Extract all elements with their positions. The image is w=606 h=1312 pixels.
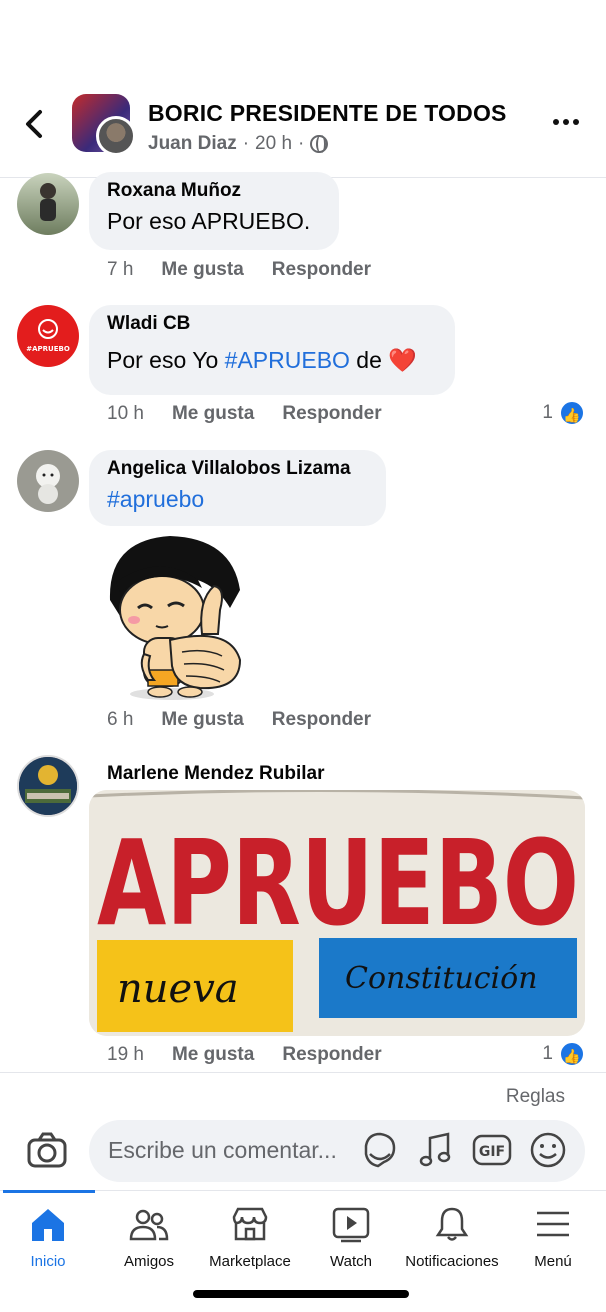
comment-actions: 7 h Me gusta Responder (107, 259, 371, 281)
comment-bubble[interactable]: Roxana Muñoz Por eso APRUEBO. (89, 172, 339, 250)
reply-button[interactable]: Responder (282, 1044, 381, 1066)
tab-inicio[interactable]: Inicio (0, 1205, 103, 1270)
tab-menu[interactable]: Menú (498, 1205, 606, 1270)
commenter-avatar[interactable] (17, 173, 79, 235)
friends-icon (129, 1209, 169, 1241)
comment-placeholder[interactable]: Escribe un comentar... (108, 1137, 337, 1164)
tab-label: Menú (534, 1253, 572, 1270)
like-button[interactable]: Me gusta (172, 1044, 254, 1066)
author-avatar[interactable] (96, 116, 136, 156)
thumbs-up-sticker[interactable] (90, 530, 255, 702)
menu-icon (537, 1211, 569, 1237)
comment-actions: 6 h Me gusta Responder (107, 709, 371, 731)
comment-actions: 19 h Me gusta Responder (107, 1044, 382, 1066)
avatar-sticker-button[interactable] (360, 1130, 400, 1170)
camera-button[interactable] (27, 1132, 67, 1168)
comment-text-suffix: de (349, 347, 382, 373)
music-note-icon (419, 1132, 451, 1167)
like-button[interactable]: Me gusta (161, 259, 243, 281)
tab-label: Watch (330, 1253, 372, 1270)
watch-icon (332, 1207, 370, 1243)
bell-icon (435, 1207, 469, 1241)
back-button[interactable] (20, 104, 50, 144)
emoji-button[interactable] (528, 1130, 568, 1170)
comment-time: 19 h (107, 1044, 144, 1065)
comment-photo[interactable]: APRUEBO nueva Constitución (89, 790, 585, 1036)
post-time[interactable]: 20 h (255, 133, 292, 155)
tab-label: Marketplace (209, 1253, 291, 1270)
home-indicator[interactable] (193, 1290, 409, 1298)
like-button[interactable]: Me gusta (161, 709, 243, 731)
more-dots-icon (553, 119, 579, 125)
tab-label: Notificaciones (405, 1253, 499, 1270)
reply-button[interactable]: Responder (272, 709, 371, 731)
comment-time: 7 h (107, 259, 134, 280)
comment-text: Por eso APRUEBO. (107, 208, 311, 234)
hashtag-link[interactable]: #APRUEBO (225, 347, 350, 373)
reaction-count[interactable]: 1 👍 (542, 1041, 585, 1067)
comment-text: Por eso Yo #APRUEBO de ❤️ (107, 347, 437, 374)
banner-main-text: APRUEBO (97, 814, 579, 952)
group-name[interactable]: BORIC PRESIDENTE DE TODOS (148, 100, 507, 127)
comment-text-prefix: Por eso Yo (107, 347, 225, 373)
comment-actions: 10 h Me gusta Responder (107, 403, 382, 425)
home-icon (32, 1209, 64, 1241)
author-name[interactable]: Juan Diaz (148, 133, 237, 155)
meta-separator: · (298, 133, 305, 154)
more-options-button[interactable] (552, 108, 580, 128)
commenter-name[interactable]: Angelica Villalobos Lizama (107, 458, 368, 480)
camera-icon (27, 1132, 67, 1168)
reply-button[interactable]: Responder (272, 259, 371, 281)
post-meta: Juan Diaz · 20 h · (148, 133, 329, 155)
group-photo (19, 757, 77, 815)
tab-label: Amigos (123, 1253, 175, 1270)
gif-icon: GIF (472, 1134, 512, 1166)
commenter-avatar[interactable] (17, 755, 79, 817)
comment-time: 10 h (107, 403, 144, 424)
gif-button[interactable]: GIF (472, 1130, 512, 1170)
like-button[interactable]: Me gusta (172, 403, 254, 425)
tab-watch[interactable]: Watch (296, 1205, 406, 1270)
rules-link[interactable]: Reglas (506, 1086, 565, 1108)
globe-icon (310, 135, 329, 153)
banner-left-text: nueva (117, 966, 239, 1012)
cartoon-girl-sticker-icon (109, 536, 242, 700)
apruebo-logo: #APRUEBO (26, 319, 70, 353)
gif-label: GIF (479, 1144, 505, 1160)
commenter-avatar[interactable]: #APRUEBO (17, 305, 79, 367)
chevron-left-icon (26, 110, 42, 138)
marketplace-icon (232, 1207, 268, 1241)
avatar-text: #APRUEBO (26, 345, 70, 353)
reaction-number: 1 (542, 402, 553, 423)
thumbs-up-icon: 👍 (559, 1041, 585, 1067)
comment-bubble[interactable]: Angelica Villalobos Lizama #apruebo (89, 450, 386, 526)
commenter-name[interactable]: Marlene Mendez Rubilar (107, 763, 325, 785)
banner-right-text: Constitución (345, 961, 538, 996)
smiley-icon (530, 1132, 566, 1168)
reaction-number: 1 (542, 1043, 553, 1064)
reaction-count[interactable]: 1 👍 (542, 400, 585, 426)
music-button[interactable] (416, 1130, 456, 1170)
thumbs-up-icon: 👍 (559, 400, 585, 426)
commenter-avatar[interactable] (17, 450, 79, 512)
hashtag-link[interactable]: #apruebo (107, 486, 204, 512)
heart-emoji: ❤️ (388, 347, 417, 373)
active-tab-indicator (3, 1190, 95, 1193)
apruebo-banner-image: APRUEBO nueva Constitución (89, 790, 585, 1036)
tab-label: Inicio (30, 1253, 66, 1270)
comment-bubble[interactable]: Wladi CB Por eso Yo #APRUEBO de ❤️ (89, 305, 455, 395)
commenter-name[interactable]: Wladi CB (107, 313, 437, 335)
commenter-name[interactable]: Roxana Muñoz (107, 180, 321, 202)
reply-button[interactable]: Responder (282, 403, 381, 425)
avatar-sticker-icon (364, 1132, 396, 1168)
meta-separator: · (242, 133, 250, 154)
comment-time: 6 h (107, 709, 134, 730)
person-photo (40, 183, 56, 221)
tab-marketplace[interactable]: Marketplace (195, 1205, 305, 1270)
dog-photo (36, 464, 60, 504)
tab-amigos[interactable]: Amigos (94, 1205, 204, 1270)
tab-notificaciones[interactable]: Notificaciones (397, 1205, 507, 1270)
